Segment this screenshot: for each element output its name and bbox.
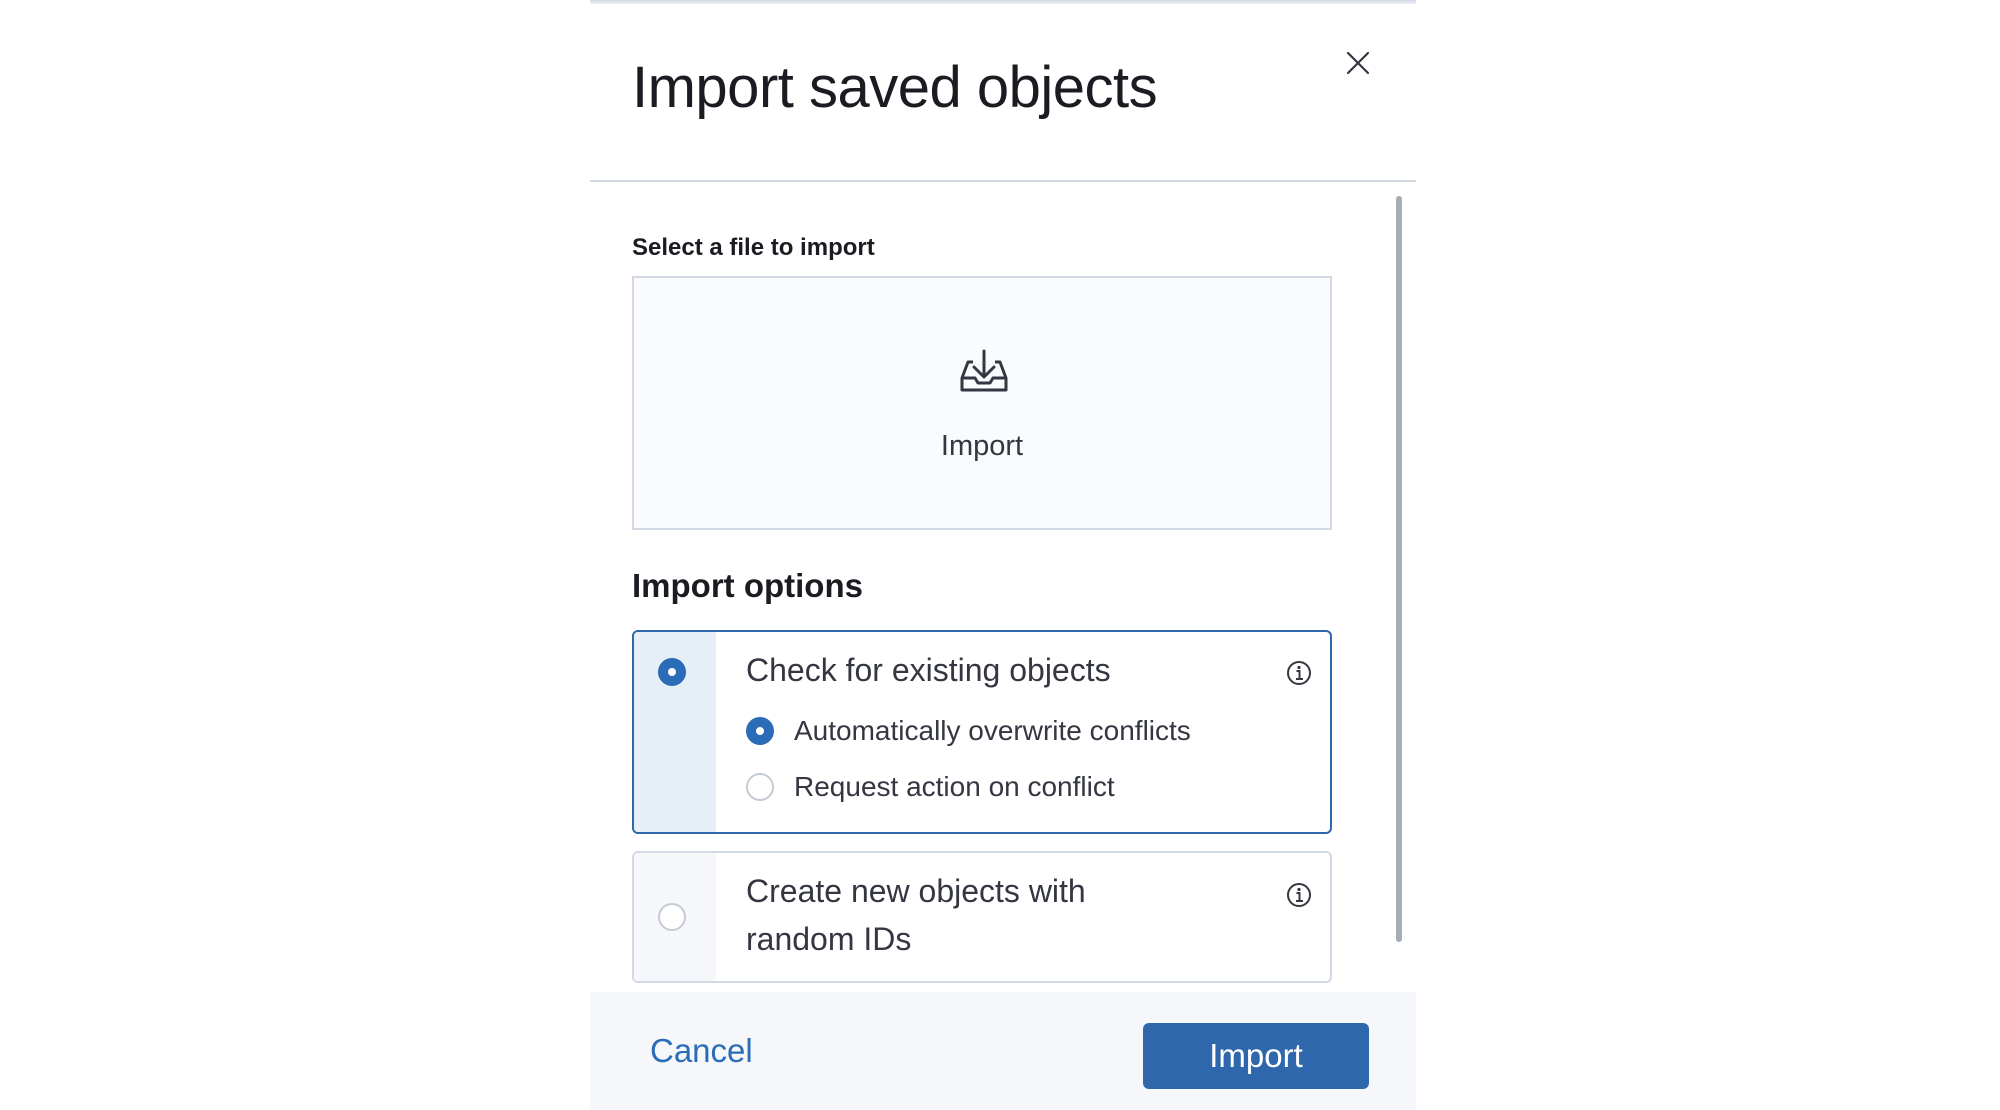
overwrite-conflicts-option[interactable]: Automatically overwrite conflicts: [746, 714, 1306, 748]
overwrite-conflicts-radio[interactable]: [746, 717, 774, 745]
file-picker-label: Select a file to import: [632, 234, 875, 261]
info-icon[interactable]: [1286, 660, 1312, 686]
flyout-title: Import saved objects: [632, 55, 1158, 120]
import-tray-icon: [960, 349, 1008, 392]
request-action-label: Request action on conflict: [794, 771, 1115, 802]
request-action-radio[interactable]: [746, 773, 774, 801]
import-button-label: Import: [1209, 1037, 1303, 1074]
request-action-option[interactable]: Request action on conflict: [746, 770, 1306, 804]
scrollbar[interactable]: [1396, 196, 1402, 942]
import-button[interactable]: Import: [1143, 1023, 1369, 1089]
flyout-top-edge: [590, 0, 1416, 4]
cancel-button[interactable]: Cancel: [650, 1032, 753, 1070]
file-picker-prompt: Import: [940, 430, 1024, 462]
random-ids-radio[interactable]: [658, 903, 686, 931]
close-icon: [1346, 51, 1370, 75]
file-picker[interactable]: Import: [632, 276, 1332, 530]
overwrite-conflicts-label: Automatically overwrite conflicts: [794, 715, 1191, 746]
check-existing-label: Check for existing objects: [746, 652, 1111, 688]
check-existing-radio[interactable]: [658, 658, 686, 686]
option-card-check-existing[interactable]: Check for existing objects Automatically…: [632, 630, 1332, 834]
header-divider: [590, 180, 1416, 182]
import-options-heading: Import options: [632, 567, 863, 604]
option-card-random-ids[interactable]: Create new objects with random IDs: [632, 851, 1332, 983]
random-ids-label: Create new objects with random IDs: [746, 873, 1086, 957]
import-flyout: Import saved objects Select a file to im…: [590, 0, 1416, 1110]
info-icon[interactable]: [1286, 882, 1312, 908]
close-button[interactable]: [1340, 45, 1376, 81]
